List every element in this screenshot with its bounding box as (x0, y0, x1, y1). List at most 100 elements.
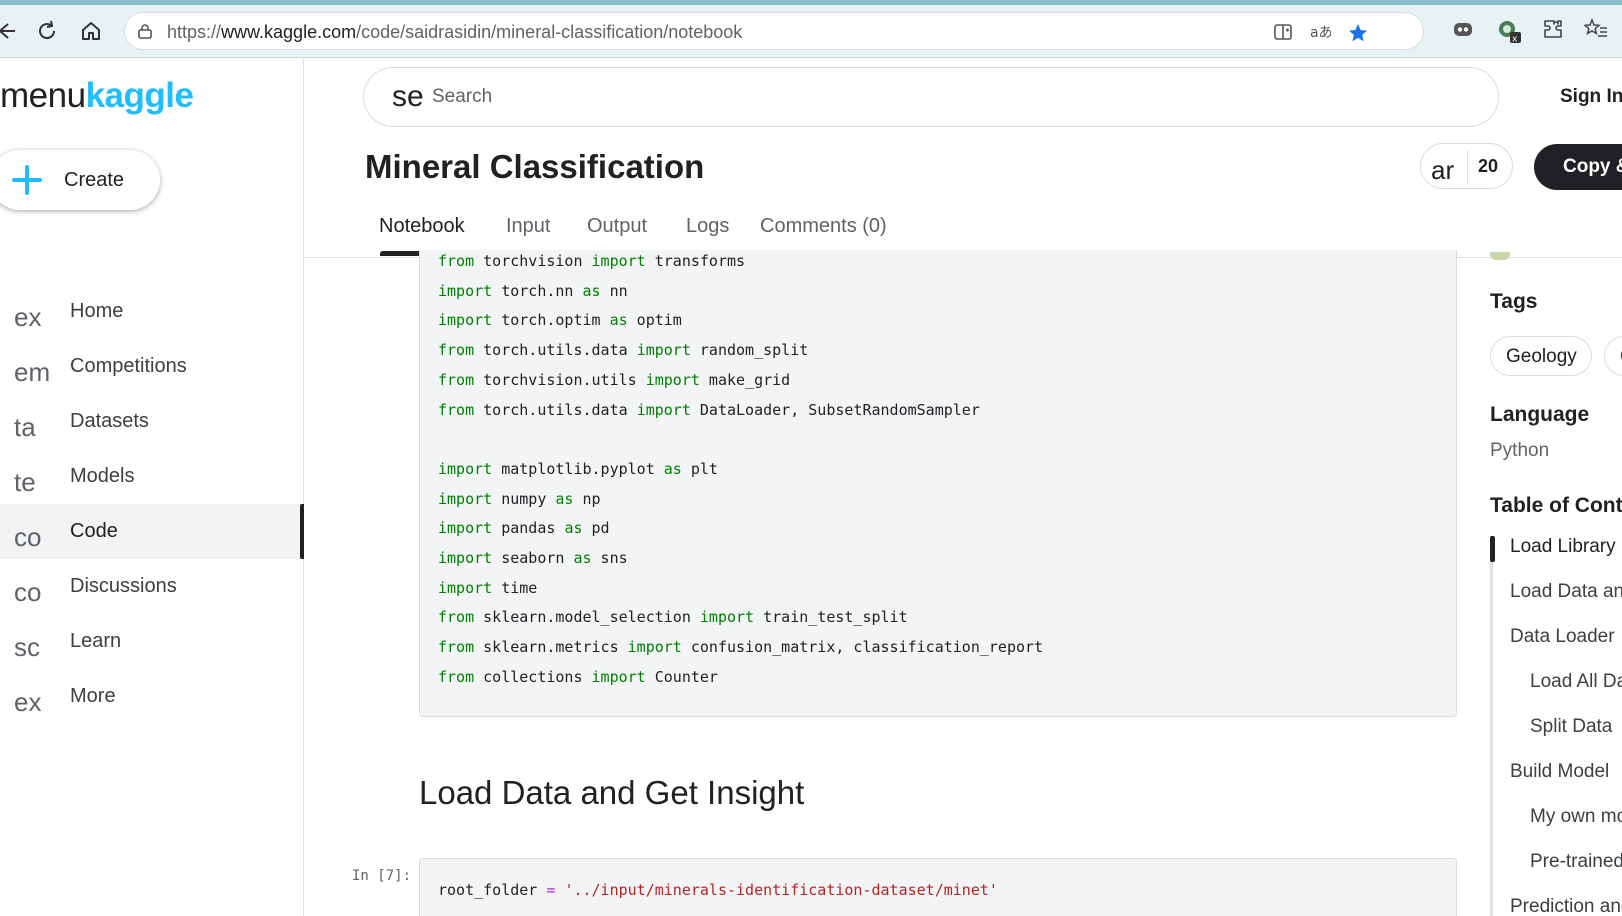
code-token: pd (582, 519, 610, 538)
code-token: from (438, 667, 475, 686)
tag-chip[interactable]: C (1604, 336, 1622, 376)
browser-toolbar: https://www.kaggle.com/code/saidrasidin/… (0, 0, 1622, 58)
code-token: sklearn.model_selection (474, 608, 700, 627)
code-token: time (492, 578, 538, 597)
code-token: as (609, 311, 628, 330)
sidebar-item-more[interactable]: ex More (0, 669, 304, 724)
sidebar-item-competitions[interactable]: em Competitions (0, 339, 304, 394)
code-token: from (438, 608, 475, 627)
favorites-list-icon[interactable] (1583, 17, 1608, 46)
profile-extension-icon[interactable]: x (1496, 18, 1522, 50)
code-token: from (438, 400, 475, 419)
translate-icon[interactable]: aあ (1309, 22, 1333, 47)
sign-in-link[interactable]: Sign In (1560, 86, 1622, 108)
tab-comments[interactable]: Comments (0) (760, 215, 887, 238)
home-icon[interactable] (78, 18, 104, 44)
toc-heading: Table of Conte (1490, 494, 1622, 517)
site-search[interactable]: se (363, 67, 1499, 127)
create-button[interactable]: Create (0, 150, 160, 210)
sidebar-item-discussions[interactable]: co Discussions (0, 559, 304, 614)
code-token: nn (600, 281, 628, 300)
toc-item[interactable]: Prediction and (1510, 896, 1622, 916)
upvote-group: ar 20 (1420, 143, 1513, 189)
back-arrow-icon[interactable] (0, 18, 18, 44)
code-token: import (591, 667, 646, 686)
code-token: seaborn (492, 549, 574, 567)
tag-chip[interactable]: Geology (1490, 336, 1592, 376)
code-cell[interactable]: from torchvision import transforms import… (419, 250, 1457, 717)
code-token: numpy (492, 489, 556, 508)
code-token: import (636, 400, 691, 419)
code-token: torch.optim (492, 311, 610, 330)
code-token: torchvision.utils (474, 370, 646, 389)
author-avatar[interactable] (1490, 252, 1510, 260)
sidebar-item-label: Home (70, 300, 124, 322)
toc-item[interactable]: Build Model (1510, 761, 1609, 783)
search-icon: se (392, 80, 424, 113)
browser-tab-strip (0, 0, 1622, 5)
toc-item[interactable]: Split Data (1530, 716, 1612, 738)
code-token: torch.utils.data (474, 341, 637, 360)
code-line: from torchvision import transforms (438, 252, 745, 270)
code-icon: co (14, 522, 42, 552)
code-token: import (438, 281, 493, 300)
language-value: Python (1490, 440, 1550, 461)
vote-count[interactable]: 20 (1478, 156, 1498, 177)
code-token: import (645, 370, 700, 389)
copy-and-edit-button[interactable]: Copy & (1534, 144, 1622, 190)
code-token: transforms (645, 252, 746, 270)
tags-heading: Tags (1490, 290, 1538, 313)
vote-divider (1467, 150, 1468, 184)
code-token: Counter (645, 667, 718, 686)
toc-rail (1490, 536, 1493, 916)
sidebar-item-datasets[interactable]: ta Datasets (0, 394, 304, 449)
sidebar-item-home[interactable]: ex Home (0, 284, 304, 339)
code-cell[interactable]: root_folder = '../input/minerals-identif… (419, 858, 1457, 916)
url-path: /code/saidrasidin/mineral-classification… (356, 22, 743, 42)
favorite-star-icon[interactable] (1347, 22, 1369, 49)
extensions-puzzle-icon[interactable] (1542, 18, 1564, 46)
tab-output[interactable]: Output (587, 215, 647, 238)
tab-input[interactable]: Input (506, 215, 550, 238)
toc-item[interactable]: Load All Da (1530, 671, 1622, 693)
code-token: from (438, 370, 475, 389)
code-token: as (573, 549, 592, 567)
sidebar-item-models[interactable]: te Models (0, 449, 304, 504)
url-text[interactable]: https://www.kaggle.com/code/saidrasidin/… (167, 22, 742, 43)
sidebar-nav: ex Home em Competitions ta Datasets te Model… (0, 284, 304, 724)
kaggle-sidebar: menukaggle Create ex Home em Competitions … (0, 58, 304, 916)
code-token: from (438, 638, 475, 657)
plus-icon (12, 165, 42, 195)
code-token: optim (627, 311, 682, 330)
code-token: sklearn.metrics (474, 638, 628, 657)
copilot-icon[interactable] (1452, 18, 1474, 46)
refresh-icon[interactable] (34, 18, 60, 44)
tab-logs[interactable]: Logs (686, 215, 729, 238)
kaggle-logo[interactable]: menukaggle (0, 76, 194, 116)
sidebar-item-label: More (70, 685, 116, 707)
code-token: root_folder (438, 881, 547, 899)
toc-item[interactable]: Load Data and (1510, 581, 1622, 603)
sidebar-item-learn[interactable]: sc Learn (0, 614, 304, 669)
menu-icon-text[interactable]: menu (0, 76, 86, 115)
code-token: import (591, 252, 646, 270)
site-info-icon[interactable] (137, 23, 153, 39)
models-icon: te (14, 467, 36, 497)
toc-item[interactable]: Load Library (1510, 536, 1616, 558)
code-token: torch.utils.data (474, 400, 637, 419)
split-screen-icon[interactable] (1273, 22, 1293, 47)
sidebar-item-label: Models (70, 465, 135, 487)
search-input[interactable] (432, 86, 1332, 108)
toc-item[interactable]: Pre-trained (1530, 851, 1622, 873)
toc-item[interactable]: Data Loader (1510, 626, 1615, 648)
address-bar[interactable]: https://www.kaggle.com/code/saidrasidin/… (124, 12, 1424, 50)
kaggle-wordmark[interactable]: kaggle (86, 76, 194, 115)
code-token: import (438, 311, 493, 330)
code-token: DataLoader, SubsetRandomSampler (690, 400, 980, 419)
toc-item[interactable]: My own mo (1530, 806, 1622, 828)
school-icon: sc (14, 632, 40, 662)
upvote-arrow-icon[interactable]: ar (1431, 155, 1454, 186)
sidebar-item-code[interactable]: co Code (0, 504, 304, 559)
tab-notebook[interactable]: Notebook (379, 215, 465, 238)
table-of-contents: Load Library Load Data and Data Loader Load… (1490, 536, 1622, 916)
